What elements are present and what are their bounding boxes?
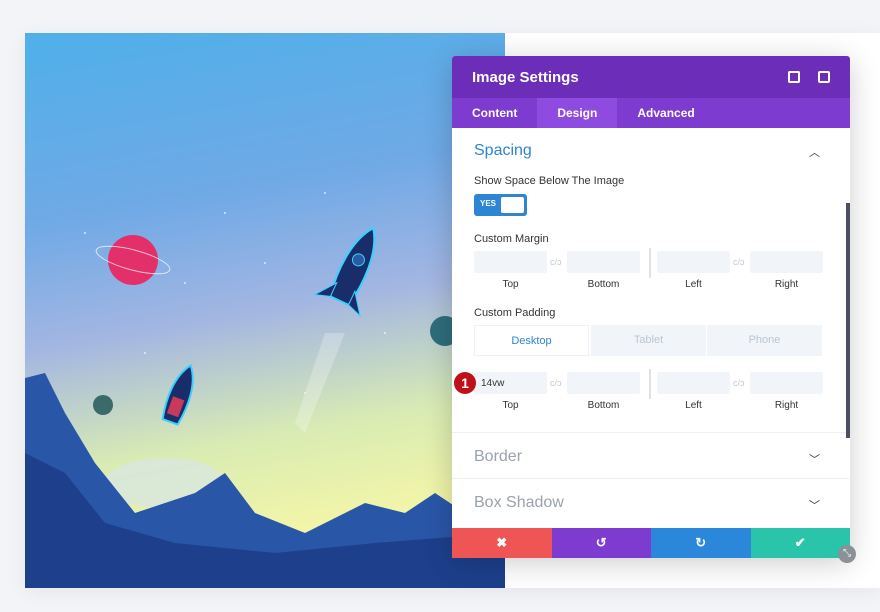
margin-bottom-label: Bottom xyxy=(587,279,620,290)
margin-bottom-input[interactable] xyxy=(567,251,640,273)
margin-right-input[interactable] xyxy=(750,251,823,273)
image-settings-modal: Image Settings Content Design Advanced S… xyxy=(452,56,850,558)
padding-top-label: Top xyxy=(502,400,519,411)
box-shadow-section-title[interactable]: Box Shadow xyxy=(474,494,564,512)
settings-tabs: Content Design Advanced xyxy=(452,98,850,128)
cancel-button[interactable]: ✖ xyxy=(452,528,552,558)
divider xyxy=(649,369,651,399)
modal-header: Image Settings xyxy=(452,56,850,98)
space-illustration-image xyxy=(25,33,505,588)
chevron-down-icon[interactable]: ﹀ xyxy=(809,451,820,467)
chevron-down-icon[interactable]: ﹀ xyxy=(809,497,820,513)
undo-button[interactable]: ↺ xyxy=(551,528,651,558)
custom-padding-label: Custom Padding xyxy=(474,307,556,319)
resize-handle-icon[interactable]: ⤡ xyxy=(838,545,856,563)
divider xyxy=(452,478,850,479)
scrollbar[interactable] xyxy=(846,203,850,438)
custom-margin-label: Custom Margin xyxy=(474,233,549,245)
margin-left-label: Left xyxy=(685,279,702,290)
chevron-up-icon[interactable]: ︿ xyxy=(809,144,820,160)
spacing-section-title[interactable]: Spacing xyxy=(474,142,532,160)
link-icon[interactable]: c/ɔ xyxy=(733,378,745,388)
show-space-label: Show Space Below The Image xyxy=(474,175,625,187)
tab-content[interactable]: Content xyxy=(452,98,537,128)
device-tab-desktop[interactable]: Desktop xyxy=(474,325,589,356)
padding-right-input[interactable] xyxy=(750,372,823,394)
margin-top-input[interactable] xyxy=(474,251,547,273)
redo-button[interactable]: ↻ xyxy=(651,528,751,558)
border-section-title[interactable]: Border xyxy=(474,448,522,466)
modal-footer: ✖ ↺ ↻ ✔ xyxy=(452,528,850,558)
tab-advanced[interactable]: Advanced xyxy=(617,98,714,128)
margin-top-label: Top xyxy=(502,279,519,290)
padding-left-label: Left xyxy=(685,400,702,411)
divider xyxy=(649,248,651,278)
show-space-toggle[interactable]: YES xyxy=(474,194,527,216)
modal-title: Image Settings xyxy=(472,68,579,86)
padding-bottom-input[interactable] xyxy=(567,372,640,394)
padding-right-label: Right xyxy=(774,400,799,411)
link-icon[interactable]: c/ɔ xyxy=(550,257,562,267)
margin-right-label: Right xyxy=(774,279,799,290)
padding-bottom-label: Bottom xyxy=(587,400,620,411)
link-icon[interactable]: c/ɔ xyxy=(550,378,562,388)
link-icon[interactable]: c/ɔ xyxy=(733,257,745,267)
margin-left-input[interactable] xyxy=(657,251,730,273)
toggle-label: YES xyxy=(480,199,497,208)
device-tab-tablet[interactable]: Tablet xyxy=(591,325,706,356)
device-tab-phone[interactable]: Phone xyxy=(707,325,822,356)
padding-top-input[interactable]: 14vw xyxy=(474,372,547,394)
settings-body: Spacing ︿ Show Space Below The Image YES… xyxy=(452,128,850,528)
save-button[interactable]: ✔ xyxy=(750,528,850,558)
step-badge: 1 xyxy=(454,372,476,394)
divider xyxy=(452,432,850,433)
focus-icon[interactable] xyxy=(788,71,800,83)
sidebar-layout-icon[interactable] xyxy=(818,71,830,83)
padding-left-input[interactable] xyxy=(657,372,730,394)
tab-design[interactable]: Design xyxy=(537,98,618,128)
